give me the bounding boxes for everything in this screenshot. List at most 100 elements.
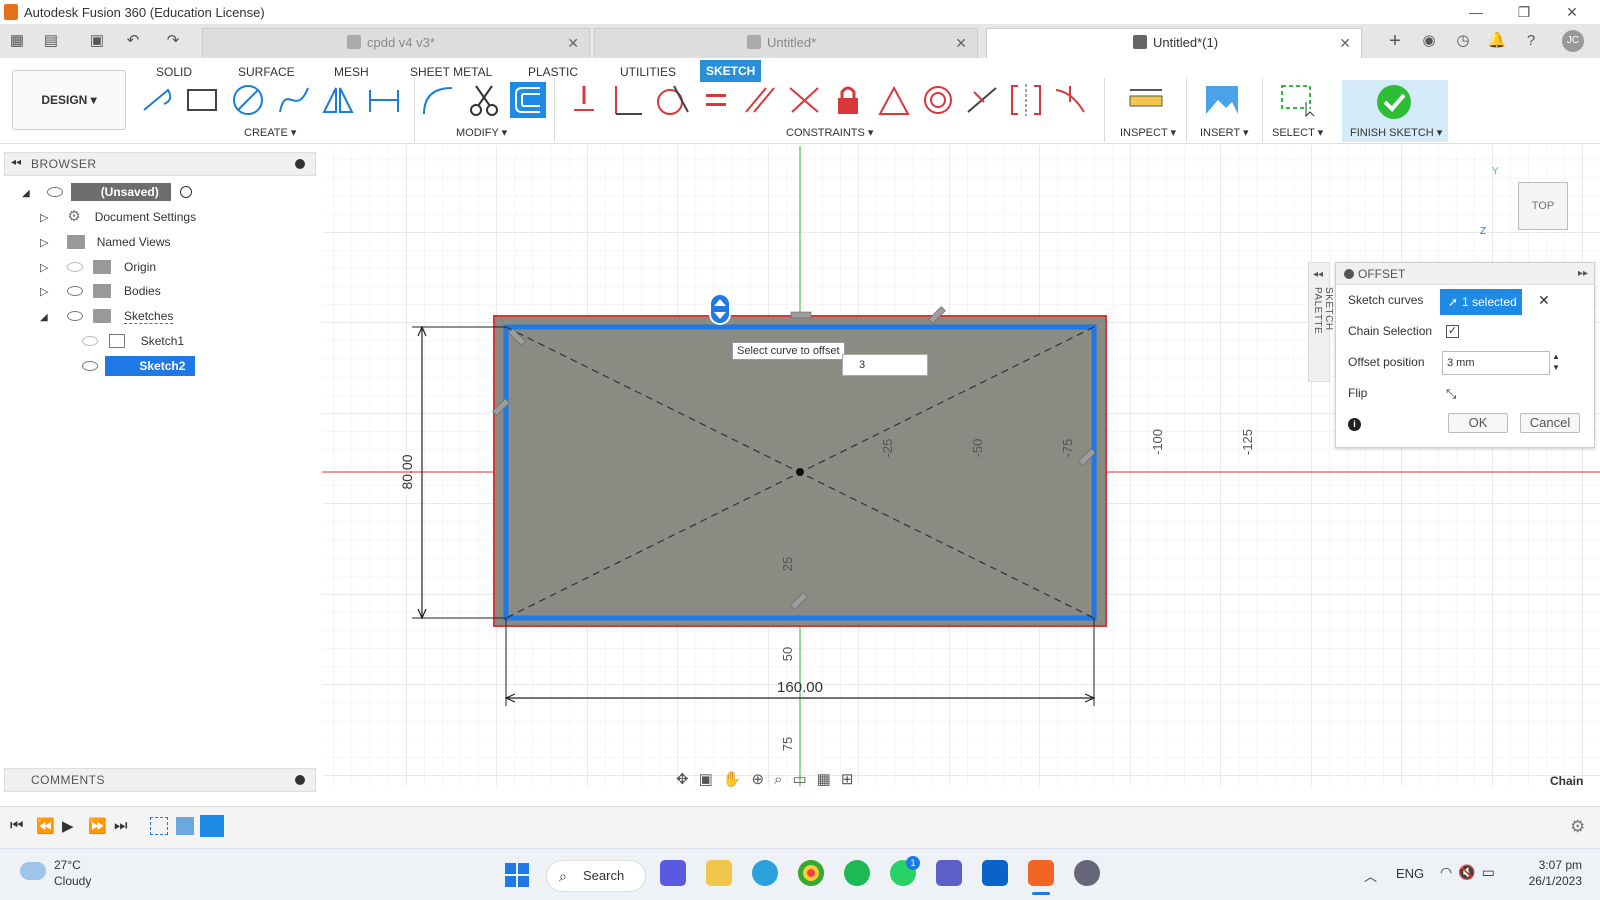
weather-temp[interactable]: 27°C <box>54 858 81 872</box>
horizontal-vertical-icon[interactable] <box>566 82 602 118</box>
tab-surface[interactable]: SURFACE <box>234 62 299 82</box>
timeline-sketch2-icon[interactable] <box>200 815 224 837</box>
tray-overflow-icon[interactable]: ︿ <box>1364 866 1377 885</box>
perpendicular-icon[interactable] <box>786 82 822 118</box>
rectangle-tool-icon[interactable] <box>184 82 220 118</box>
display-settings-icon[interactable]: ▭ <box>792 771 816 788</box>
equal-icon[interactable] <box>698 82 734 118</box>
tab-sheet-metal[interactable]: SHEET METAL <box>406 62 496 82</box>
tab-close-icon[interactable]: ✕ <box>955 29 967 57</box>
measure-icon[interactable] <box>1128 82 1164 118</box>
concentric-icon[interactable] <box>920 82 956 118</box>
modify-dropdown[interactable]: MODIFY ▾ <box>456 126 507 139</box>
select-dropdown[interactable]: SELECT ▾ <box>1272 126 1323 139</box>
tab-sketch[interactable]: SKETCH <box>700 60 762 82</box>
collapse-triangle-icon[interactable]: ◢ <box>40 306 52 323</box>
timeline-sketch1-icon[interactable] <box>150 817 168 835</box>
hidden-eye-icon[interactable] <box>67 262 84 272</box>
fillet-tool-icon[interactable] <box>420 82 456 118</box>
comments-panel-header[interactable]: COMMENTS <box>4 768 316 792</box>
offset-dialog-header[interactable]: OFFSET ▸▸ <box>1336 263 1594 285</box>
sketch-curves-selection[interactable]: ➚ 1 selected <box>1440 289 1522 315</box>
inspect-dropdown[interactable]: INSPECT ▾ <box>1120 126 1176 139</box>
cancel-button[interactable]: Cancel <box>1520 413 1580 433</box>
expand-icon[interactable]: ▸▸ <box>1578 263 1588 285</box>
expand-triangle-icon[interactable]: ▷ <box>40 206 52 224</box>
teams-icon[interactable] <box>936 860 962 886</box>
expand-triangle-icon[interactable]: ▷ <box>40 280 52 298</box>
fix-lock-icon[interactable] <box>830 82 866 118</box>
timeline-settings-icon[interactable]: ⚙ <box>1570 817 1585 837</box>
finish-sketch-dropdown[interactable]: FINISH SKETCH ▾ <box>1350 126 1442 139</box>
undo-icon[interactable]: ↶ <box>122 30 144 52</box>
tab-solid[interactable]: SOLID <box>152 62 196 82</box>
browser-panel-header[interactable]: ◂◂ BROWSER <box>4 152 316 176</box>
file-explorer-icon[interactable] <box>706 860 732 886</box>
notifications-icon[interactable]: 🔔 <box>1486 30 1508 52</box>
visibility-icon[interactable] <box>47 187 64 197</box>
offset-position-input[interactable]: 3 mm <box>1442 351 1550 375</box>
timeline-extrude-icon[interactable] <box>176 817 194 835</box>
parallel-icon[interactable] <box>742 82 778 118</box>
telegram-icon[interactable] <box>752 860 778 886</box>
browser-item-sketch1[interactable]: Sketch1 <box>82 329 184 353</box>
speaker-muted-icon[interactable]: 🔇 <box>1458 864 1481 880</box>
go-to-end-icon[interactable]: ⏭ <box>114 817 128 834</box>
ok-button[interactable]: OK <box>1448 413 1508 433</box>
tab-close-icon[interactable]: ✕ <box>1339 29 1351 57</box>
circle-tool-icon[interactable] <box>230 82 266 118</box>
expand-triangle-icon[interactable]: ▷ <box>40 231 52 249</box>
fusion-360-taskbar-icon[interactable] <box>1028 860 1054 886</box>
browser-item-named-views[interactable]: ▷ Named Views <box>40 230 171 254</box>
pan-icon[interactable]: ✋ <box>723 771 752 788</box>
spinner-icon[interactable]: ▲ ▼ <box>1552 351 1560 373</box>
offset-distance-input[interactable]: 3 <box>842 354 928 376</box>
zoom-icon[interactable]: ⊕ <box>751 771 774 788</box>
spline-tool-icon[interactable] <box>276 82 312 118</box>
meet-app-icon[interactable] <box>660 860 686 886</box>
activate-radio-icon[interactable] <box>180 186 193 198</box>
tab-untitled-1[interactable]: Untitled*(1) ✕ <box>986 28 1362 58</box>
spotify-icon[interactable] <box>844 860 870 886</box>
clear-selection-icon[interactable]: ✕ <box>1538 285 1550 316</box>
tab-mesh[interactable]: MESH <box>330 62 373 82</box>
visibility-icon[interactable] <box>67 286 84 296</box>
tab-untitled[interactable]: Untitled* ✕ <box>594 28 978 58</box>
play-icon[interactable]: ▶ <box>62 817 74 835</box>
browser-minimize-icon[interactable] <box>295 159 305 169</box>
offset-tool-icon[interactable] <box>510 82 546 118</box>
insert-image-icon[interactable] <box>1204 82 1240 118</box>
curvature-icon[interactable] <box>1052 82 1088 118</box>
viewports-icon[interactable]: ⊞ <box>841 771 864 788</box>
sketch-canvas[interactable]: 80.00 160.00 -25 -50 -75 -100 -125 25 50… <box>322 146 1600 786</box>
dialog-collapse-icon[interactable] <box>1344 269 1354 279</box>
workspace-switcher[interactable]: DESIGN ▾ <box>12 70 126 130</box>
wifi-icon[interactable]: ◠ <box>1440 864 1458 880</box>
collinear-icon[interactable] <box>964 82 1000 118</box>
coincident-icon[interactable] <box>610 82 646 118</box>
collapse-icon[interactable]: ◂◂ <box>1313 269 1323 280</box>
tab-plastic[interactable]: PLASTIC <box>524 62 582 82</box>
browser-item-document-settings[interactable]: ▷ ⚙ Document Settings <box>40 205 196 229</box>
clock-time[interactable]: 3:07 pm <box>1520 858 1582 872</box>
step-back-icon[interactable]: ⏪ <box>36 817 55 835</box>
window-select-icon[interactable] <box>1280 82 1316 118</box>
trim-tool-icon[interactable] <box>466 82 502 118</box>
tangent-icon[interactable] <box>654 82 690 118</box>
extensions-icon[interactable]: ◉ <box>1418 30 1440 52</box>
user-avatar[interactable]: JC <box>1562 30 1584 52</box>
tab-utilities[interactable]: UTILITIES <box>616 62 680 82</box>
add-comment-icon[interactable] <box>295 775 305 785</box>
flip-icon[interactable]: ⤡ <box>1446 378 1456 409</box>
step-forward-icon[interactable]: ⏩ <box>88 817 107 835</box>
go-to-start-icon[interactable]: ⏮ <box>10 817 24 834</box>
browser-item-origin[interactable]: ▷ Origin <box>40 255 156 279</box>
sketch-palette-tab[interactable]: ◂◂ SKETCH PALETTE <box>1308 262 1334 382</box>
visibility-icon[interactable] <box>82 361 98 371</box>
close-icon[interactable]: ✕ <box>1552 2 1592 22</box>
viewcube[interactable]: TOP <box>1518 182 1568 230</box>
visibility-icon[interactable] <box>67 311 84 321</box>
mirror-tool-icon[interactable] <box>320 82 356 118</box>
insert-dropdown[interactable]: INSERT ▾ <box>1200 126 1249 139</box>
restore-icon[interactable]: ❐ <box>1504 2 1544 22</box>
